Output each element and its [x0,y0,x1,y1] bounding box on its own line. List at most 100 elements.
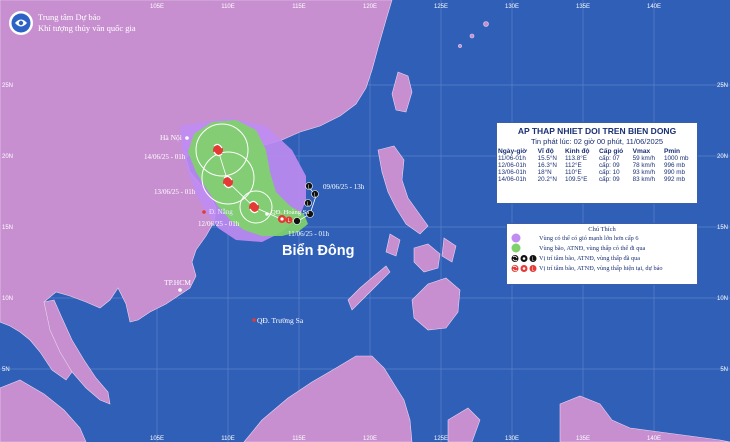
cell: 83 km/h [632,176,656,183]
lon-label-bottom-105: 105E [150,436,164,442]
cell: 18°N [537,169,552,176]
land-ryukyu-1 [483,21,489,27]
svg-text:L: L [308,185,311,191]
agency-name-line1: Trung tâm Dự báo [38,12,101,22]
cell: cấp: 10 [599,169,620,176]
info-title: AP THAP NHIET DOI TREN BIEN DONG [517,126,677,136]
svg-text:L: L [307,202,310,208]
svg-text:L: L [314,193,317,199]
storm-info-panel: AP THAP NHIET DOI TREN BIEN DONG Tin phá… [496,122,698,204]
header-datetime: Ngày-giờ [498,148,527,155]
purple-zone-icon [511,233,539,243]
lat-label-left-5: 5N [2,367,10,373]
table-row: 13/06-01h 18°N 110°E cấp: 10 93 km/h 990… [497,169,697,176]
cell: 16.3°N [537,162,557,169]
land-ryukyu-2 [469,33,475,39]
legend-label: Vùng có thể có gió mạnh lớn hơn cấp 6 [539,234,639,242]
lat-label-right-15: 15N [717,225,728,231]
lon-label-top-110: 110E [221,4,235,10]
hoangsa-label: QĐ. Hoàng Sa [271,209,309,216]
lat-label-right-25: 25N [717,83,728,89]
svg-text:L: L [532,256,535,262]
past-storm-icons: L [511,254,539,263]
lon-label-top-120: 120E [363,4,377,10]
lon-label-top-140: 140E [647,4,661,10]
lon-label-top-135: 135E [576,4,590,10]
track-label-1206: 12/06/25 - 01h [198,220,240,228]
cell: 996 mb [663,162,685,169]
track-label-1406: 14/06/25 - 01h [144,153,186,161]
agency-header: Trung tâm Dự báo Khí tượng thủy văn quốc… [8,10,136,36]
lat-label-left-25: 25N [2,83,13,89]
lat-label-left-15: 15N [2,225,13,231]
danang-label: Đ. Nẵng [209,208,233,216]
lat-label-right-5: 5N [720,367,728,373]
table-row: 12/06-01h 16.3°N 112°E cấp: 09 78 km/h 9… [497,162,697,169]
lat-label-right-10: 10N [717,296,728,302]
hcm-marker [178,288,182,292]
cell: 113.8°E [564,155,587,162]
track-label-0906: 09/06/25 - 13h [323,183,365,191]
land-ryukyu-3 [458,44,462,48]
cell: 20.2°N [537,176,557,183]
cell: 110°E [564,169,582,176]
legend-title: Chú Thích [588,226,616,233]
hcm-label: TP.HCM [164,278,191,287]
cell: cấp: 09 [599,162,620,169]
lon-label-top-130: 130E [505,4,519,10]
storm-symbol-11-current [278,215,286,223]
legend-item: Vùng có thể có gió mạnh lớn hơn cấp 6 [507,233,697,243]
legend-label: Vị trí tâm bão, ATNĐ, vùng thấp hiện tại… [539,264,663,272]
legend-label: Vùng bão, ATNĐ, vùng thấp có thể đi qua [539,244,646,252]
cell: 14/06-01h [498,176,527,183]
header-lon: Kinh độ [564,148,590,155]
cell: 59 km/h [632,155,656,162]
forecast-table: Ngày-giờ Vĩ độ Kinh độ Cấp gió Vmax Pmin… [497,148,697,183]
legend-panel: Chú Thích Vùng có thể có gió mạnh lớn hơ… [506,223,698,285]
svg-text:L: L [288,218,291,224]
header-pmin: Pmin [663,148,681,155]
truongsa-label: QĐ. Trường Sa [257,316,304,325]
cell: 78 km/h [632,162,656,169]
hanoi-label: Hà Nội [160,133,182,142]
table-row: 14/06-01h 20.2°N 109.5°E cấp: 09 83 km/h… [497,176,697,183]
cell: 93 km/h [632,169,656,176]
lon-label-bottom-140: 140E [647,436,661,442]
lon-label-bottom-110: 110E [221,436,235,442]
danang-marker [202,210,206,214]
legend-item: L Vị trí tâm bão, ATNĐ, vùng thấp hiện t… [507,263,697,273]
past-depression-1 [293,217,301,225]
current-storm-icons: L [511,264,539,273]
cell: 13/06-01h [498,169,527,176]
agency-name-line2: Khí tượng thủy văn quốc gia [38,23,136,33]
cell: cấp: 07 [599,155,620,162]
agency-logo-icon [9,11,33,35]
header-vmax: Vmax [632,148,651,155]
lat-label-right-20: 20N [717,154,728,160]
track-label-1106: 11/06/25 - 01h [288,230,329,238]
truongsa-marker [252,318,256,322]
lon-label-bottom-130: 130E [505,436,519,442]
lon-label-bottom-115: 115E [292,436,306,442]
hoangsa-marker [265,212,269,216]
cell: cấp: 09 [599,176,620,183]
lon-label-top-105: 105E [150,4,164,10]
cell: 1000 mb [663,155,689,162]
agency-name: Trung tâm Dự báo Khí tượng thủy văn quốc… [38,12,136,34]
lon-label-bottom-120: 120E [363,436,377,442]
sea-name-label: Biển Đông [282,243,355,259]
svg-text:L: L [532,266,535,272]
legend-item: L Vị trí tâm bão, ATNĐ, vùng thấp đã qua [507,253,697,263]
cell: 990 mb [663,169,685,176]
lat-label-left-10: 10N [2,296,13,302]
cell: 109.5°E [564,176,588,183]
lon-label-top-115: 115E [292,4,306,10]
info-subtitle: Tin phát lúc: 02 giờ 00 phút, 11/06/2025 [530,137,664,146]
table-row: 11/06-01h 15.5°N 113.8°E cấp: 07 59 km/h… [497,155,697,162]
legend-item: Vùng bão, ATNĐ, vùng thấp có thể đi qua [507,243,697,253]
cell: 112°E [564,162,582,169]
track-label-1306: 13/06/25 - 01h [154,188,196,196]
lat-label-left-20: 20N [2,154,13,160]
lon-label-bottom-135: 135E [576,436,590,442]
green-zone-icon [511,243,539,253]
